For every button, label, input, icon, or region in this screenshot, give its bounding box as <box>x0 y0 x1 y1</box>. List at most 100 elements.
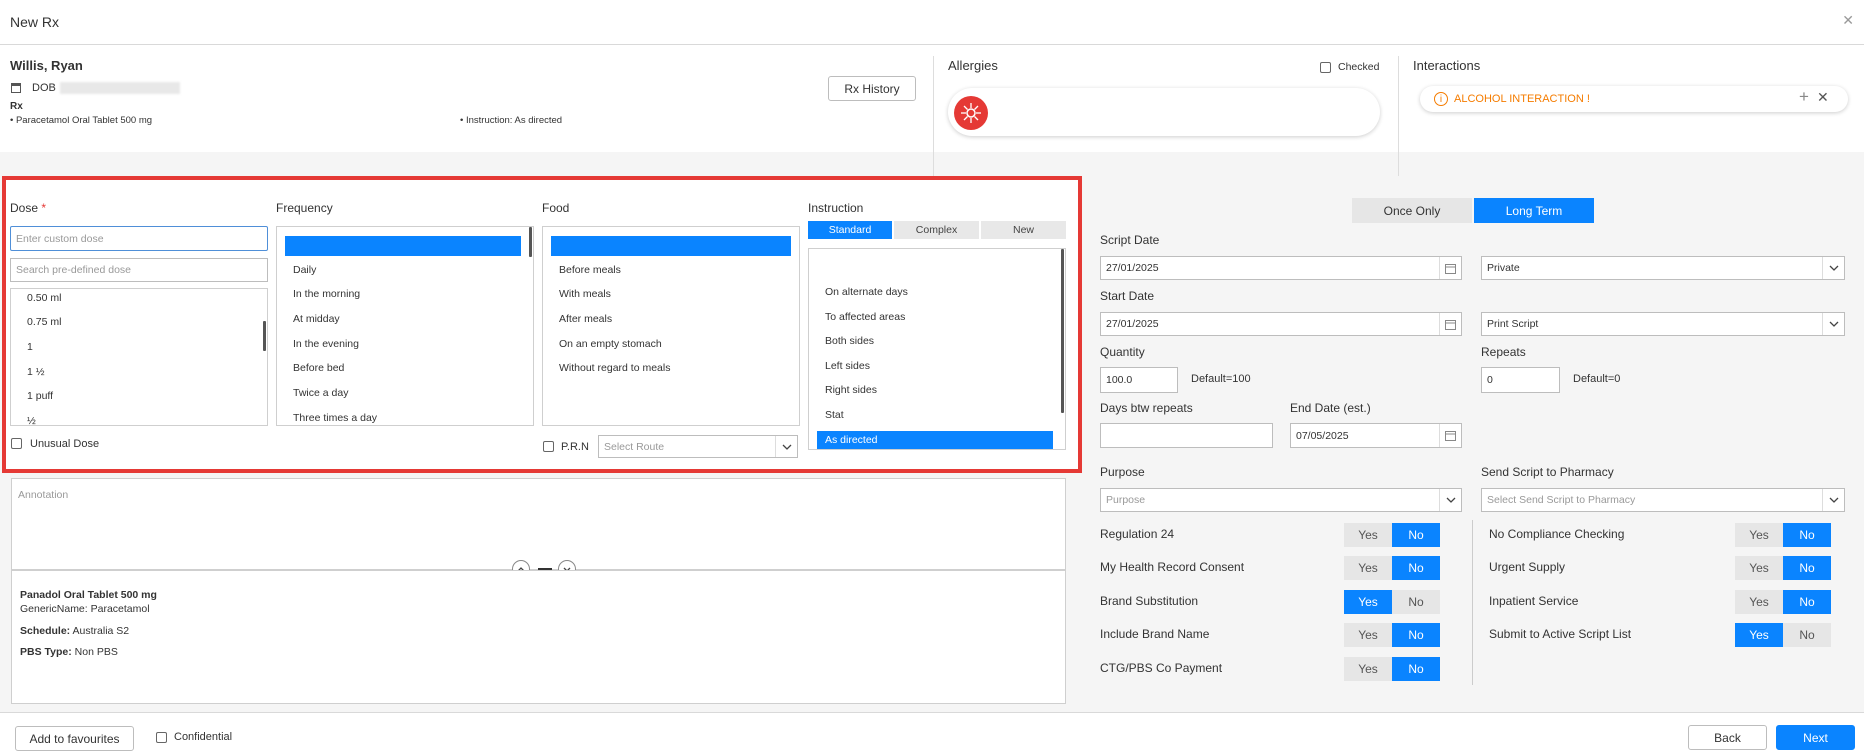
days-between-input[interactable] <box>1100 423 1273 448</box>
unusual-dose-checkbox[interactable] <box>11 438 22 449</box>
prn-checkbox[interactable] <box>543 441 554 452</box>
once-only-button[interactable]: Once Only <box>1352 198 1472 223</box>
interactions-title: Interactions <box>1413 58 1481 73</box>
tab-complex[interactable]: Complex <box>894 221 979 239</box>
dob-label: DOB <box>32 82 56 94</box>
next-button[interactable]: Next <box>1776 725 1855 750</box>
toggle-no[interactable]: No <box>1392 590 1440 614</box>
instruction-option[interactable]: On alternate days <box>825 286 908 298</box>
allergies-checked-checkbox[interactable] <box>1320 62 1331 73</box>
frequency-selected-empty[interactable] <box>285 236 521 256</box>
toggle-yes[interactable]: Yes <box>1344 523 1392 547</box>
rx-history-button[interactable]: Rx History <box>828 76 916 101</box>
toggle-no[interactable]: No <box>1783 623 1831 647</box>
frequency-option[interactable]: Twice a day <box>293 387 348 399</box>
toggle-yes[interactable]: Yes <box>1344 556 1392 580</box>
yes-no-toggle[interactable]: Yes No <box>1735 556 1831 580</box>
tab-standard[interactable]: Standard <box>808 221 892 239</box>
food-option[interactable]: After meals <box>559 313 612 325</box>
plus-icon[interactable]: + <box>1799 87 1809 107</box>
toggle-no[interactable]: No <box>1783 523 1831 547</box>
calendar-icon[interactable] <box>1439 424 1461 447</box>
frequency-option[interactable]: Before bed <box>293 362 344 374</box>
dose-option[interactable]: ½ <box>27 415 36 427</box>
yes-no-toggle[interactable]: Yes No <box>1344 556 1440 580</box>
instruction-option[interactable]: Stat <box>825 409 844 421</box>
toggle-no[interactable]: No <box>1392 623 1440 647</box>
private-select[interactable]: Private <box>1481 256 1845 280</box>
frequency-option[interactable]: Three times a day <box>293 412 377 424</box>
instruction-option[interactable]: To affected areas <box>825 311 905 323</box>
close-icon[interactable]: ✕ <box>1842 12 1854 29</box>
toggle-yes[interactable]: Yes <box>1344 590 1392 614</box>
print-script-select[interactable]: Print Script <box>1481 312 1845 336</box>
toggle-yes[interactable]: Yes <box>1344 623 1392 647</box>
dose-option[interactable]: 1 puff <box>27 390 53 402</box>
close-icon[interactable]: ✕ <box>1817 89 1829 106</box>
repeats-input[interactable]: 0 <box>1481 367 1560 393</box>
dose-option[interactable]: 0.50 ml <box>27 292 61 304</box>
dose-scrollbar[interactable] <box>263 321 266 351</box>
toggle-no[interactable]: No <box>1392 556 1440 580</box>
yes-no-toggle[interactable]: Yes No <box>1735 590 1831 614</box>
food-option[interactable]: On an empty stomach <box>559 338 662 350</box>
food-list: Before meals With meals After meals On a… <box>542 226 800 426</box>
yes-no-toggle[interactable]: Yes No <box>1735 523 1831 547</box>
toggle-yes[interactable]: Yes <box>1735 590 1783 614</box>
quantity-input[interactable]: 100.0 <box>1100 367 1178 393</box>
yes-no-toggle[interactable]: Yes No <box>1344 623 1440 647</box>
instruction-option[interactable]: Left sides <box>825 360 870 372</box>
toggle-no[interactable]: No <box>1783 590 1831 614</box>
search-dose-input[interactable]: Search pre-defined dose <box>10 258 268 282</box>
repeats-default: Default=0 <box>1573 373 1621 385</box>
back-button[interactable]: Back <box>1688 725 1767 750</box>
dose-title: Dose * <box>10 201 47 215</box>
toggle-yes[interactable]: Yes <box>1735 556 1783 580</box>
dose-option[interactable]: 1 <box>27 341 33 353</box>
yes-no-toggle[interactable]: Yes No <box>1735 623 1831 647</box>
instruction-scrollbar[interactable] <box>1061 249 1064 413</box>
food-option[interactable]: Before meals <box>559 264 621 276</box>
send-pharmacy-select[interactable]: Select Send Script to Pharmacy <box>1481 488 1845 512</box>
instruction-option[interactable]: Right sides <box>825 384 877 396</box>
tab-new[interactable]: New <box>981 221 1066 239</box>
custom-dose-input[interactable]: Enter custom dose <box>10 226 268 251</box>
toggle-yes[interactable]: Yes <box>1735 623 1783 647</box>
instruction-title: Instruction <box>808 201 864 215</box>
end-date-input[interactable]: 07/05/2025 <box>1290 423 1462 448</box>
script-date-label: Script Date <box>1100 233 1160 247</box>
long-term-button[interactable]: Long Term <box>1474 198 1594 223</box>
script-date-input[interactable]: 27/01/2025 <box>1100 256 1462 280</box>
confidential-checkbox[interactable] <box>156 732 167 743</box>
frequency-option[interactable]: In the evening <box>293 338 359 350</box>
start-date-input[interactable]: 27/01/2025 <box>1100 312 1462 336</box>
route-select[interactable]: Select Route <box>598 435 798 458</box>
dose-option[interactable]: 1 ½ <box>27 366 45 378</box>
toggle-yes[interactable]: Yes <box>1344 657 1392 681</box>
yes-no-toggle[interactable]: Yes No <box>1344 590 1440 614</box>
toggle-yes[interactable]: Yes <box>1735 523 1783 547</box>
food-selected-empty[interactable] <box>551 236 791 256</box>
add-to-favourites-button[interactable]: Add to favourites <box>15 726 134 751</box>
yes-no-toggle[interactable]: Yes No <box>1344 523 1440 547</box>
toggle-no[interactable]: No <box>1392 657 1440 681</box>
frequency-option[interactable]: Daily <box>293 264 316 276</box>
calendar-icon[interactable] <box>1439 313 1461 335</box>
toggle-no[interactable]: No <box>1783 556 1831 580</box>
frequency-scrollbar[interactable] <box>529 227 532 257</box>
yes-no-toggle[interactable]: Yes No <box>1344 657 1440 681</box>
toggle-label: Inpatient Service <box>1489 594 1579 608</box>
annotation-textarea[interactable]: Annotation <box>11 478 1066 570</box>
toggle-no[interactable]: No <box>1392 523 1440 547</box>
frequency-option[interactable]: In the morning <box>293 288 360 300</box>
purpose-select[interactable]: Purpose <box>1100 488 1462 512</box>
calendar-icon[interactable] <box>1439 257 1461 279</box>
frequency-option[interactable]: At midday <box>293 313 340 325</box>
window-title: New Rx <box>10 14 60 30</box>
instruction-option[interactable]: Both sides <box>825 335 874 347</box>
interaction-alert[interactable]: i ALCOHOL INTERACTION ! + ✕ <box>1420 86 1848 112</box>
food-option[interactable]: With meals <box>559 288 611 300</box>
food-option[interactable]: Without regard to meals <box>559 362 670 374</box>
instruction-selected[interactable]: As directed <box>817 431 1053 449</box>
dose-option[interactable]: 0.75 ml <box>27 316 61 328</box>
